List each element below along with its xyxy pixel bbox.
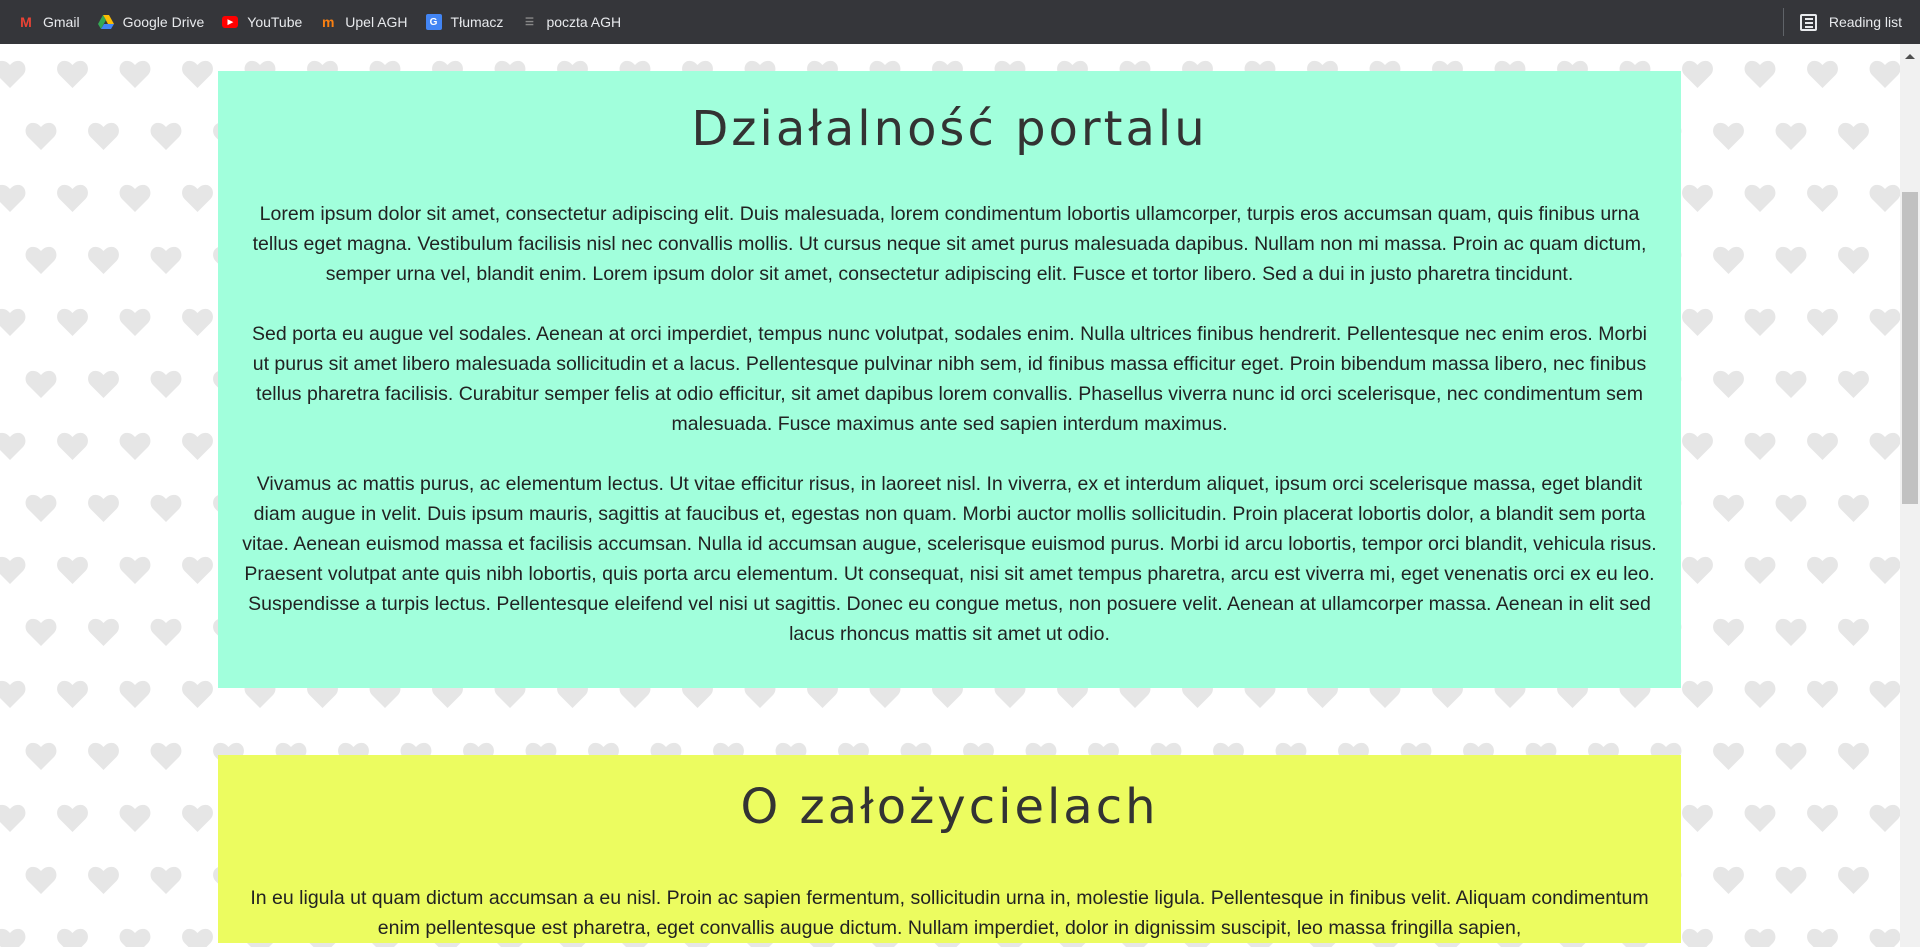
scrollbar-thumb[interactable] <box>1902 192 1918 504</box>
paragraph: Sed porta eu augue vel sodales. Aenean a… <box>251 323 1648 435</box>
google-drive-icon <box>97 14 114 30</box>
page-viewport: Działalność portalu Lorem ipsum dolor si… <box>0 44 1900 947</box>
section-title: Działalność portalu <box>691 101 1208 157</box>
gmail-icon: M <box>20 14 32 30</box>
bookmark-poczta-agh[interactable]: ☰ poczta AGH <box>513 8 629 36</box>
section-dzialalnosc-portalu: Działalność portalu Lorem ipsum dolor si… <box>218 71 1681 688</box>
reading-list-icon <box>1799 13 1817 31</box>
bookmark-label: Tłumacz <box>450 14 504 30</box>
reading-list-label: Reading list <box>1828 14 1902 30</box>
bookmark-label: Upel AGH <box>345 14 408 30</box>
bookmark-google-drive[interactable]: Google Drive <box>90 8 213 36</box>
bookmark-label: poczta AGH <box>546 14 622 30</box>
bookmark-gmail[interactable]: M Gmail <box>10 8 88 36</box>
bookmark-label: YouTube <box>247 14 303 30</box>
bookmarks-bar: M Gmail Google Drive ▶ YouTube m Upel AGH G… <box>0 0 1920 44</box>
bookmark-label: Google Drive <box>122 14 205 30</box>
bookmark-upel-agh[interactable]: m Upel AGH <box>312 8 415 36</box>
section-o-zalozycielach: O założycielach In eu ligula ut quam dic… <box>218 755 1681 943</box>
google-translate-icon: G <box>425 14 442 30</box>
moodle-icon: m <box>322 14 335 30</box>
bookmark-tlumacz[interactable]: G Tłumacz <box>418 8 512 36</box>
paragraph: Vivamus ac mattis purus, ac elementum le… <box>242 473 1657 645</box>
paragraph: Lorem ipsum dolor sit amet, consectetur … <box>252 203 1647 285</box>
reading-list-button[interactable]: Reading list <box>1782 8 1902 36</box>
vertical-scrollbar[interactable] <box>1900 44 1920 947</box>
bookmark-label: Gmail <box>43 14 80 30</box>
section-title: O założycielach <box>740 779 1159 835</box>
paragraph: In eu ligula ut quam dictum accumsan a e… <box>250 887 1649 939</box>
mail-icon: ☰ <box>524 16 534 28</box>
scroll-up-arrow-icon[interactable] <box>1905 54 1915 59</box>
bookmark-youtube[interactable]: ▶ YouTube <box>214 8 310 36</box>
youtube-icon: ▶ <box>222 16 239 28</box>
